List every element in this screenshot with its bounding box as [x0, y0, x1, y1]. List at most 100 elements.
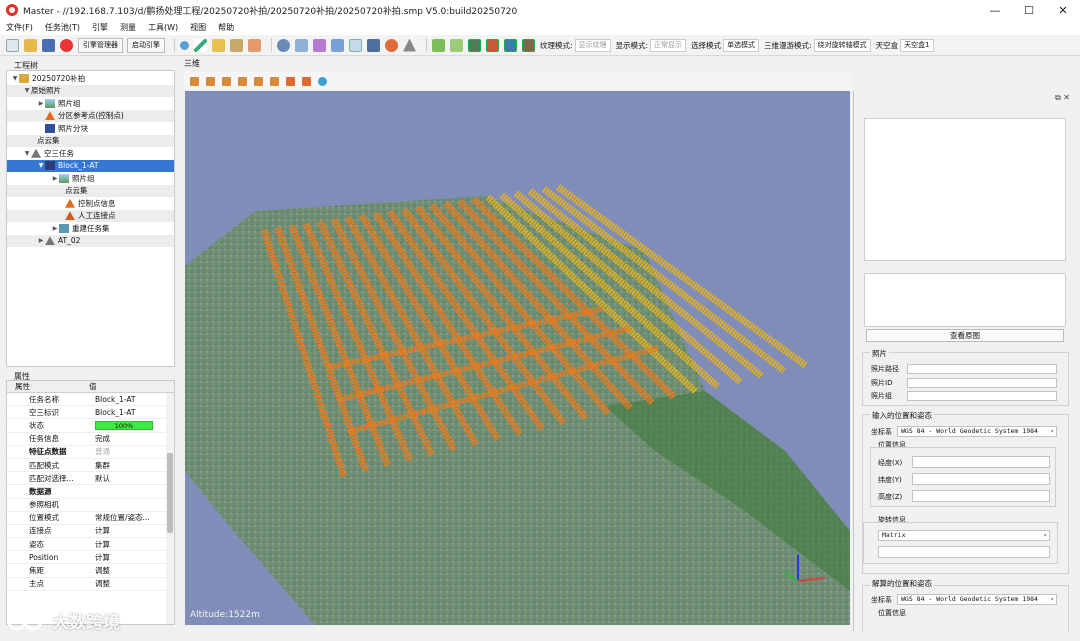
input-crs-select[interactable]: WGS 84 - World Geodetic System 1984 ▾ — [897, 426, 1057, 437]
tree-item-photo-group[interactable]: ▶ 照片组 — [7, 97, 174, 110]
property-value[interactable]: 普通▾ — [89, 446, 174, 457]
menu-measure[interactable]: 测量 — [120, 22, 136, 33]
menu-view[interactable]: 视图 — [190, 22, 206, 33]
color-palette-icon[interactable] — [313, 38, 326, 52]
select-mode-select[interactable]: 单选模式 — [723, 38, 760, 52]
expand-arrow-icon[interactable]: ▼ — [23, 150, 31, 157]
view-front-icon[interactable] — [190, 76, 199, 86]
measure-line-icon[interactable] — [194, 38, 207, 52]
feature-data-select[interactable]: 普通 — [95, 447, 110, 456]
expand-arrow-icon[interactable]: ▼ — [37, 162, 45, 169]
solved-crs-select[interactable]: WGS 84 - World Geodetic System 1984 ▾ — [897, 594, 1057, 605]
property-row[interactable]: 空三标识 Block_1-AT — [7, 406, 174, 420]
property-row[interactable]: 数据源 — [7, 485, 174, 499]
longitude-field[interactable] — [912, 456, 1050, 468]
point-cloud-view-icon[interactable] — [504, 38, 517, 52]
tree-item-point-cloud-set[interactable]: 点云集 — [7, 184, 174, 197]
minimize-icon[interactable]: — — [978, 0, 1012, 20]
tree-item-aerial-triangulation[interactable]: ▼ 空三任务 — [7, 147, 174, 160]
view-back-icon[interactable] — [206, 76, 215, 86]
camera-icon[interactable] — [295, 38, 308, 52]
view-right-icon[interactable] — [238, 76, 247, 86]
chevron-down-icon[interactable]: ▾ — [1050, 427, 1054, 436]
property-row[interactable]: 主点 调整 — [7, 578, 174, 591]
collapse-arrow-icon[interactable]: ▶ — [51, 175, 59, 182]
menu-file[interactable]: 文件(F) — [6, 22, 33, 33]
chevron-down-icon[interactable]: ▾ — [1043, 531, 1047, 540]
collapse-arrow-icon[interactable]: ▶ — [37, 237, 45, 244]
view-bottom-icon[interactable] — [270, 76, 279, 86]
menu-engine[interactable]: 引擎 — [92, 22, 108, 33]
mesh-view-icon[interactable] — [468, 38, 481, 52]
tree-item-raw-photos[interactable]: ▼ 原始照片 — [7, 84, 174, 97]
eraser-icon[interactable] — [248, 38, 261, 52]
skybox-select[interactable]: 天空盒1 — [900, 38, 934, 52]
chevron-down-icon[interactable]: ▾ — [1050, 595, 1054, 604]
property-row[interactable]: 特征点数据 普通▾ — [7, 446, 174, 459]
engine-manager-button[interactable]: 引擎管理器 — [78, 37, 123, 53]
tree-item-control-point-info[interactable]: 控制点信息 — [7, 197, 174, 210]
photo-import-icon[interactable] — [432, 38, 445, 52]
expand-arrow-icon[interactable]: ▼ — [11, 75, 19, 82]
save-icon[interactable] — [42, 38, 55, 52]
point-tool-icon[interactable] — [180, 40, 189, 50]
panel-float-close-icon[interactable]: ⧉ ✕ — [1055, 93, 1070, 103]
tree-item-point-cloud-set[interactable]: 点云集 — [7, 134, 174, 147]
property-row[interactable]: 任务名称 Block_1-AT — [7, 393, 174, 407]
photo-group-field[interactable] — [907, 391, 1057, 401]
view-iso-icon[interactable] — [286, 76, 295, 86]
property-row[interactable]: 姿态 计算 — [7, 538, 174, 552]
texture-mode-select[interactable]: 显示纹理 — [574, 38, 611, 52]
3d-viewport[interactable]: Altitude:1522m — [185, 91, 850, 625]
open-folder-icon[interactable] — [24, 38, 37, 52]
property-row[interactable]: 匹配模式 集群 — [7, 459, 174, 473]
view-iso-back-icon[interactable] — [302, 76, 311, 86]
maximize-icon[interactable]: ☐ — [1012, 0, 1046, 20]
view-left-icon[interactable] — [222, 76, 231, 86]
tree-item-at-02[interactable]: ▶ AT_02 — [7, 234, 174, 247]
tree-item-reconstruction-set[interactable]: ▶ 重建任务集 — [7, 222, 174, 235]
photo-group-add-icon[interactable] — [450, 38, 463, 52]
rotation-format-select[interactable]: Matrix ▾ — [878, 530, 1050, 541]
property-row[interactable]: Position 计算 — [7, 551, 174, 565]
measure-area-icon[interactable] — [212, 38, 225, 52]
scrollbar-thumb[interactable] — [167, 453, 173, 533]
properties-scrollbar[interactable] — [166, 393, 174, 624]
view-reset-icon[interactable] — [318, 76, 327, 86]
rotation-values-field[interactable] — [878, 546, 1050, 558]
menu-tools[interactable]: 工具(W) — [148, 22, 178, 33]
menu-task-pool[interactable]: 任务池(T) — [45, 22, 80, 33]
tree-item-manual-tie-points[interactable]: 人工连接点 — [7, 209, 174, 222]
property-row[interactable]: 参照相机 — [7, 499, 174, 512]
view-top-icon[interactable] — [254, 76, 263, 86]
new-project-icon[interactable] — [6, 38, 19, 52]
report-icon[interactable] — [349, 38, 362, 52]
start-engine-button[interactable]: 启动引擎 — [127, 37, 165, 53]
collapse-arrow-icon[interactable]: ▶ — [37, 100, 45, 107]
tree-item-project[interactable]: ▼ 20250720补拍 — [7, 72, 174, 85]
view-original-button[interactable]: 查看原图 — [866, 329, 1064, 342]
latitude-field[interactable] — [912, 473, 1050, 485]
property-row[interactable]: 匹配对选择... 默认 — [7, 472, 174, 486]
point-cloud-scene[interactable] — [185, 91, 850, 625]
property-row[interactable]: 状态 100% — [7, 419, 174, 433]
altitude-field[interactable] — [912, 490, 1050, 502]
photo-id-field[interactable] — [907, 378, 1057, 388]
computer-icon[interactable] — [367, 38, 380, 52]
display-mode-select[interactable]: 正常显示 — [650, 38, 687, 52]
warning-triangle-icon[interactable] — [403, 38, 416, 52]
property-row[interactable]: 焦距 调整 — [7, 564, 174, 578]
tree-item-photo-group[interactable]: ▶ 照片组 — [7, 172, 174, 185]
camera-view-icon[interactable] — [522, 38, 535, 52]
export-icon[interactable] — [331, 38, 344, 52]
tree-item-partition-control-points[interactable]: 分区参考点(控制点) — [7, 109, 174, 122]
tab-3d-view[interactable]: 三维 — [184, 58, 200, 69]
photo-path-field[interactable] — [907, 364, 1057, 374]
property-row[interactable]: 位置模式 常规位置/姿态... — [7, 512, 174, 525]
tree-item-photo-blocks[interactable]: 照片分块 — [7, 122, 174, 135]
expand-arrow-icon[interactable]: ▼ — [23, 87, 31, 94]
cloud-icon[interactable] — [385, 38, 398, 52]
collapse-arrow-icon[interactable]: ▶ — [51, 225, 59, 232]
menu-help[interactable]: 帮助 — [218, 22, 234, 33]
tree-item-block-1-at[interactable]: ▼ Block_1-AT — [7, 159, 174, 172]
